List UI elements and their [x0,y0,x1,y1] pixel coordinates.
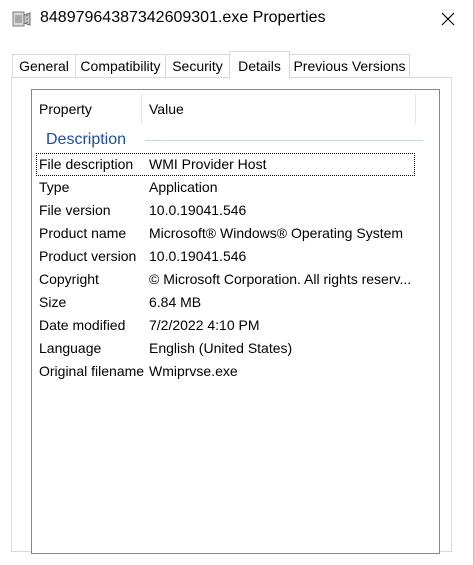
properties-window: 84897964387342609301.exe Properties Gene… [0,0,474,565]
table-row[interactable]: Original filename Wmiprvse.exe [32,360,439,383]
group-label: Description [46,131,127,148]
property-cell: Language [39,340,102,356]
column-divider[interactable] [141,94,142,124]
exe-file-icon [12,9,32,29]
close-icon [441,12,455,26]
property-cell: Original filename [39,363,145,379]
value-cell: Application [149,179,218,195]
tab-details[interactable]: Details [229,51,290,79]
table-row[interactable]: Language English (United States) [32,337,439,360]
property-cell: Size [39,294,67,310]
table-row[interactable]: Type Application [32,176,439,199]
value-cell: © Microsoft Corporation. All rights rese… [149,271,412,287]
group-divider [145,140,423,141]
table-row[interactable]: File version 10.0.19041.546 [32,199,439,222]
property-cell: Copyright [39,271,99,287]
table-row[interactable]: Date modified 7/2/2022 4:10 PM [32,314,439,337]
tab-previous-versions[interactable]: Previous Versions [289,54,410,77]
table-row[interactable]: Copyright © Microsoft Corporation. All r… [32,268,439,291]
value-cell: 7/2/2022 4:10 PM [149,317,260,333]
column-divider[interactable] [415,94,416,124]
value-cell: Wmiprvse.exe [149,363,238,379]
property-cell: Date modified [39,317,126,333]
property-cell: Product version [39,248,137,264]
value-column-header[interactable]: Value [149,90,409,128]
group-description[interactable]: Description [32,130,439,152]
details-list[interactable]: Property Value Description File descript… [31,89,440,554]
close-button[interactable] [430,4,466,34]
window-title: 84897964387342609301.exe Properties [40,9,326,26]
value-cell: Microsoft® Windows® Operating System [149,225,404,241]
value-cell: English (United States) [149,340,293,356]
tab-compatibility[interactable]: Compatibility [75,54,166,77]
table-row[interactable]: Product version 10.0.19041.546 [32,245,439,268]
table-row[interactable]: Size 6.84 MB [32,291,439,314]
tab-security[interactable]: Security [165,54,230,77]
tab-general[interactable]: General [12,54,76,77]
value-cell: 10.0.19041.546 [149,202,247,218]
title-bar[interactable]: 84897964387342609301.exe Properties [0,0,474,40]
property-cell: File version [39,202,111,218]
property-column-header[interactable]: Property [39,90,139,128]
property-cell: Type [39,179,70,195]
property-cell: Product name [39,225,127,241]
value-cell: 6.84 MB [149,294,202,310]
table-row[interactable]: File description WMI Provider Host [36,153,415,176]
table-row[interactable]: Product name Microsoft® Windows® Operati… [32,222,439,245]
value-cell: 10.0.19041.546 [149,248,247,264]
value-cell: WMI Provider Host [149,156,267,172]
property-cell: File description [39,156,134,172]
list-header: Property Value [32,90,439,128]
